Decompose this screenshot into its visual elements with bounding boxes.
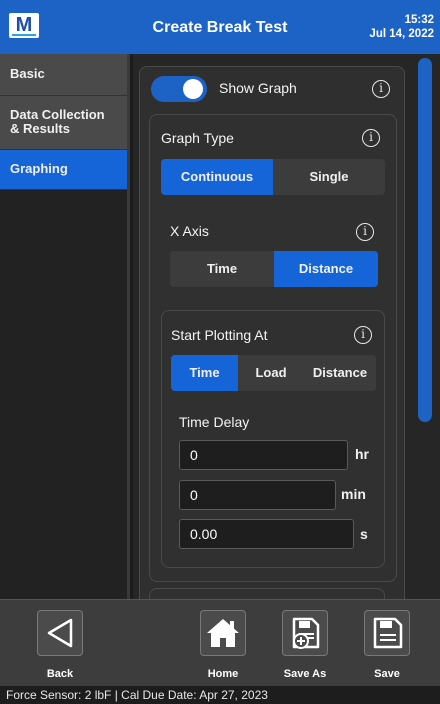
back-label: Back: [46, 668, 74, 680]
hours-input[interactable]: 0: [179, 440, 348, 470]
start-plotting-selector: Time Load Distance: [171, 355, 376, 391]
graph-type-single-option[interactable]: Single: [273, 159, 385, 195]
sidebar-item-basic[interactable]: Basic: [0, 54, 127, 96]
bottom-toolbar: Back Home Save As Save: [0, 599, 440, 686]
sidebar-item-label: Data Collection & Results: [10, 107, 105, 136]
save-as-button[interactable]: [282, 610, 328, 656]
sidebar: Basic Data Collection & Results Graphing: [0, 54, 130, 599]
seconds-unit: s: [360, 526, 368, 542]
info-icon[interactable]: i: [372, 80, 390, 98]
graph-type-label: Graph Type: [161, 130, 234, 146]
back-triangle-icon: [47, 618, 73, 648]
seconds-input[interactable]: 0.00: [179, 519, 354, 549]
sidebar-item-data-collection[interactable]: Data Collection & Results: [0, 96, 127, 150]
x-axis-distance-option[interactable]: Distance: [274, 251, 378, 287]
x-axis-label: X Axis: [170, 223, 209, 239]
save-as-icon: [292, 617, 320, 649]
save-icon: [373, 617, 403, 649]
sidebar-item-graphing[interactable]: Graphing: [0, 150, 127, 190]
clock: 15:32 Jul 14, 2022: [369, 13, 434, 41]
start-plotting-distance-option[interactable]: Distance: [304, 355, 376, 391]
home-icon: [207, 619, 239, 647]
toggle-knob: [183, 79, 203, 99]
minutes-input[interactable]: 0: [179, 480, 336, 510]
graph-type-continuous-option[interactable]: Continuous: [161, 159, 273, 195]
minutes-unit: min: [341, 486, 366, 502]
save-button[interactable]: [364, 610, 410, 656]
save-label: Save: [374, 668, 400, 680]
info-icon[interactable]: i: [354, 326, 372, 344]
x-axis-time-option[interactable]: Time: [170, 251, 274, 287]
clock-time: 15:32: [404, 14, 434, 26]
clock-date: Jul 14, 2022: [369, 28, 434, 40]
show-graph-toggle[interactable]: [151, 76, 207, 102]
scrollbar-thumb[interactable]: [418, 58, 432, 422]
info-icon[interactable]: i: [356, 223, 374, 241]
start-plotting-time-option[interactable]: Time: [171, 355, 238, 391]
back-button[interactable]: [37, 610, 83, 656]
home-button[interactable]: [200, 610, 246, 656]
sidebar-item-label: Graphing: [10, 161, 68, 176]
sidebar-item-label: Basic: [10, 66, 45, 81]
time-delay-label: Time Delay: [179, 414, 250, 430]
x-axis-selector: Time Distance: [170, 251, 378, 287]
start-plotting-load-option[interactable]: Load: [238, 355, 304, 391]
show-graph-label: Show Graph: [219, 80, 297, 96]
status-bar: Force Sensor: 2 lbF | Cal Due Date: Apr …: [0, 686, 440, 704]
hours-unit: hr: [355, 446, 369, 462]
home-label: Home: [207, 668, 239, 680]
app-header: M Create Break Test 15:32 Jul 14, 2022: [0, 0, 440, 54]
save-as-label: Save As: [283, 668, 327, 680]
start-plotting-label: Start Plotting At: [171, 327, 268, 343]
info-icon[interactable]: i: [362, 129, 380, 147]
graph-type-selector: Continuous Single: [161, 159, 385, 195]
